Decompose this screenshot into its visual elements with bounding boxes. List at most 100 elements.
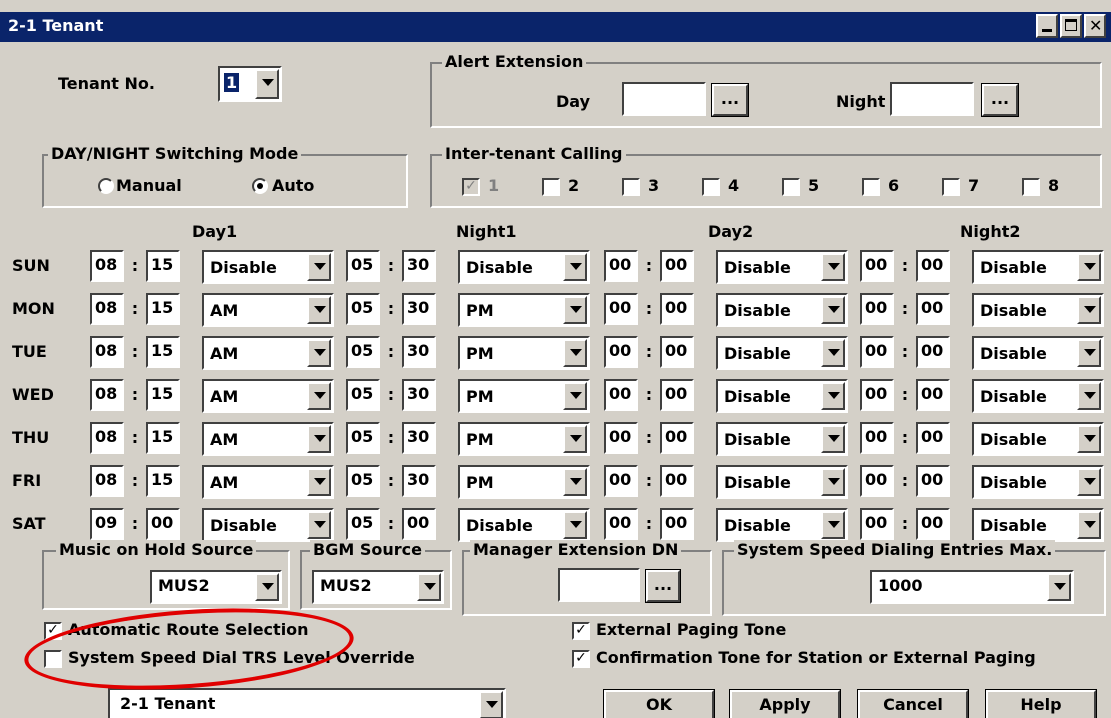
chevron-down-icon[interactable] [307,468,331,496]
day2-mode-select[interactable]: Disable [716,336,848,370]
night2-hour-input[interactable]: 00 [860,508,894,540]
manager-extension-input[interactable] [558,568,640,602]
day2-mode-select[interactable]: Disable [716,379,848,413]
night1-mode-select[interactable]: PM [458,293,590,327]
chevron-down-icon[interactable] [255,69,279,99]
confirmation-tone-checkbox[interactable]: ✓ [572,650,590,668]
night2-mode-select[interactable]: Disable [972,379,1104,413]
chevron-down-icon[interactable] [307,511,331,539]
alert-day-browse-button[interactable]: ... [711,83,749,117]
night1-mode-select[interactable]: Disable [458,250,590,284]
inter-tenant-checkbox-5[interactable] [782,178,800,196]
help-button[interactable]: Help [985,689,1097,718]
maximize-button[interactable] [1060,14,1082,38]
chevron-down-icon[interactable] [1077,468,1101,496]
night2-hour-input[interactable]: 00 [860,293,894,325]
music-on-hold-select[interactable]: MUS2 [150,570,282,604]
day2-mode-select[interactable]: Disable [716,465,848,499]
day1-minute-input[interactable]: 00 [146,508,180,540]
day2-minute-input[interactable]: 00 [660,293,694,325]
ok-button[interactable]: OK [603,689,715,718]
chevron-down-icon[interactable] [1077,339,1101,367]
night1-hour-input[interactable]: 05 [346,379,380,411]
chevron-down-icon[interactable] [1077,296,1101,324]
day2-minute-input[interactable]: 00 [660,422,694,454]
day2-minute-input[interactable]: 00 [660,508,694,540]
day1-minute-input[interactable]: 15 [146,422,180,454]
inter-tenant-checkbox-3[interactable] [622,178,640,196]
night1-minute-input[interactable]: 00 [402,508,436,540]
chevron-down-icon[interactable] [1077,253,1101,281]
chevron-down-icon[interactable] [563,468,587,496]
night2-mode-select[interactable]: Disable [972,293,1104,327]
day1-hour-input[interactable]: 08 [90,465,124,497]
auto-radio[interactable] [252,178,268,194]
inter-tenant-checkbox-7[interactable] [942,178,960,196]
chevron-down-icon[interactable] [1077,425,1101,453]
day1-mode-select[interactable]: AM [202,465,334,499]
night2-minute-input[interactable]: 00 [916,293,950,325]
night2-mode-select[interactable]: Disable [972,465,1104,499]
chevron-down-icon[interactable] [563,511,587,539]
chevron-down-icon[interactable] [307,253,331,281]
alert-night-browse-button[interactable]: ... [981,83,1019,117]
day1-hour-input[interactable]: 08 [90,336,124,368]
chevron-down-icon[interactable] [307,296,331,324]
day2-minute-input[interactable]: 00 [660,336,694,368]
day1-mode-select[interactable]: AM [202,293,334,327]
chevron-down-icon[interactable] [1077,382,1101,410]
night2-minute-input[interactable]: 00 [916,508,950,540]
external-paging-tone-checkbox[interactable]: ✓ [572,622,590,640]
chevron-down-icon[interactable] [307,339,331,367]
inter-tenant-checkbox-6[interactable] [862,178,880,196]
night2-mode-select[interactable]: Disable [972,250,1104,284]
night1-minute-input[interactable]: 30 [402,293,436,325]
day2-hour-input[interactable]: 00 [604,379,638,411]
bgm-source-select[interactable]: MUS2 [312,570,444,604]
day2-hour-input[interactable]: 00 [604,422,638,454]
chevron-down-icon[interactable] [307,382,331,410]
chevron-down-icon[interactable] [563,382,587,410]
night2-hour-input[interactable]: 00 [860,336,894,368]
day1-minute-input[interactable]: 15 [146,379,180,411]
chevron-down-icon[interactable] [563,296,587,324]
day2-minute-input[interactable]: 00 [660,250,694,282]
day2-minute-input[interactable]: 00 [660,465,694,497]
tenant-no-select[interactable]: 1 [218,66,282,102]
night2-hour-input[interactable]: 00 [860,422,894,454]
alert-day-input[interactable] [622,82,706,116]
day1-mode-select[interactable]: Disable [202,508,334,542]
day1-minute-input[interactable]: 15 [146,293,180,325]
night2-hour-input[interactable]: 00 [860,379,894,411]
chevron-down-icon[interactable] [417,573,441,601]
night1-minute-input[interactable]: 30 [402,422,436,454]
night2-minute-input[interactable]: 00 [916,465,950,497]
day2-mode-select[interactable]: Disable [716,293,848,327]
night1-mode-select[interactable]: PM [458,465,590,499]
night1-mode-select[interactable]: PM [458,422,590,456]
night1-hour-input[interactable]: 05 [346,250,380,282]
chevron-down-icon[interactable] [479,691,503,718]
night1-mode-select[interactable]: Disable [458,508,590,542]
inter-tenant-checkbox-8[interactable] [1022,178,1040,196]
night1-mode-select[interactable]: PM [458,379,590,413]
day2-mode-select[interactable]: Disable [716,422,848,456]
trs-override-checkbox[interactable] [44,650,62,668]
day1-hour-input[interactable]: 08 [90,422,124,454]
chevron-down-icon[interactable] [821,425,845,453]
night2-hour-input[interactable]: 00 [860,250,894,282]
chevron-down-icon[interactable] [821,382,845,410]
day1-minute-input[interactable]: 15 [146,465,180,497]
day1-mode-select[interactable]: AM [202,379,334,413]
apply-button[interactable]: Apply [729,689,841,718]
inter-tenant-checkbox-4[interactable] [702,178,720,196]
chevron-down-icon[interactable] [563,425,587,453]
day1-mode-select[interactable]: Disable [202,250,334,284]
chevron-down-icon[interactable] [821,511,845,539]
day2-hour-input[interactable]: 00 [604,508,638,540]
night1-mode-select[interactable]: PM [458,336,590,370]
night2-minute-input[interactable]: 00 [916,379,950,411]
chevron-down-icon[interactable] [821,296,845,324]
day2-mode-select[interactable]: Disable [716,250,848,284]
day1-minute-input[interactable]: 15 [146,336,180,368]
